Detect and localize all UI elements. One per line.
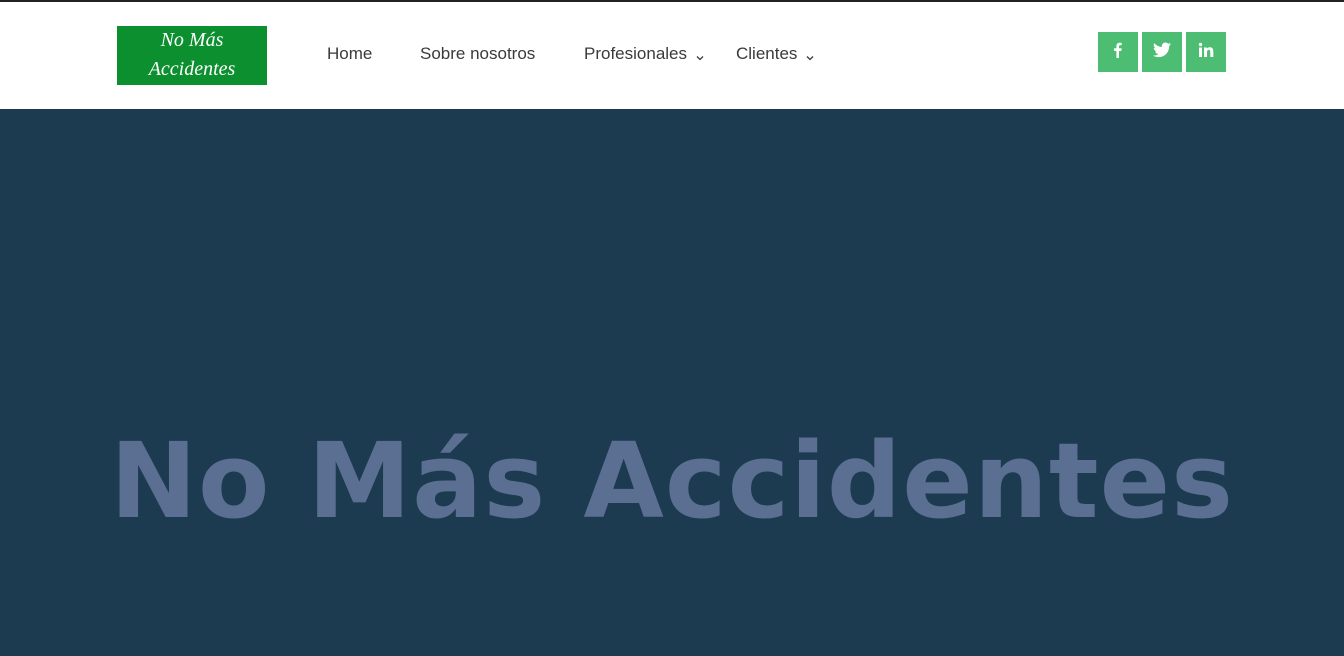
twitter-button[interactable] <box>1142 32 1182 72</box>
nav-item-label: Profesionales <box>584 44 688 63</box>
nav-item-profesionales[interactable]: Profesionales <box>584 44 705 64</box>
nav-item-clientes[interactable]: Clientes <box>736 44 815 64</box>
nav-item-label: Clientes <box>736 44 798 63</box>
nav-item-label: Home <box>327 44 373 63</box>
nav-item-sobre-nosotros[interactable]: Sobre nosotros <box>420 44 535 64</box>
nav-item-home[interactable]: Home <box>327 44 372 64</box>
linkedin-icon <box>1198 42 1214 63</box>
twitter-icon <box>1153 42 1171 63</box>
nav-item-label: Sobre nosotros <box>420 44 536 63</box>
facebook-icon <box>1110 42 1126 63</box>
facebook-button[interactable] <box>1098 32 1138 72</box>
chevron-down-icon <box>695 48 705 61</box>
linkedin-button[interactable] <box>1186 32 1226 72</box>
site-header: No Más Accidentes Home Sobre nosotros Pr… <box>0 2 1344 109</box>
chevron-down-icon <box>805 48 815 61</box>
logo-line-2: Accidentes <box>148 58 236 80</box>
logo-line-1: No Más <box>160 29 224 51</box>
hero-title: No Más Accidentes <box>109 420 1235 542</box>
site-logo[interactable]: No Más Accidentes <box>117 26 267 85</box>
hero-section: No Más Accidentes <box>0 109 1344 656</box>
